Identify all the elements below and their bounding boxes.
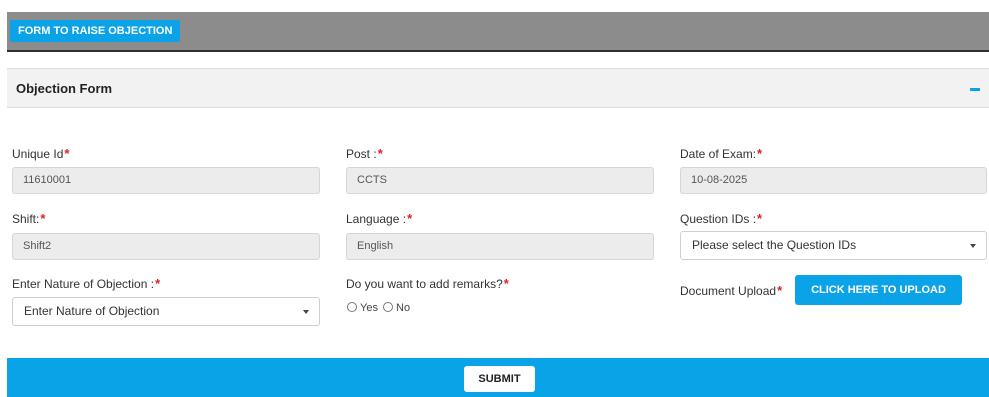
radio-yes[interactable] <box>347 302 357 312</box>
submit-button[interactable]: SUBMIT <box>464 366 535 392</box>
radio-yes-label: Yes <box>360 302 378 314</box>
remarks-radio-group: Yes No <box>347 302 412 314</box>
question-ids-label-text: Question IDs : <box>680 212 757 226</box>
required-marker: * <box>40 211 46 226</box>
panel-title: Objection Form <box>16 81 113 96</box>
remarks-no-option[interactable]: No <box>383 302 410 314</box>
shift-label: Shift:* <box>12 211 45 226</box>
nature-of-objection-label: Enter Nature of Objection :* <box>12 276 160 291</box>
post-label: Post :* <box>346 146 383 161</box>
top-header-bar: FORM TO RAISE OBJECTION <box>7 12 989 52</box>
required-marker: * <box>503 276 509 291</box>
upload-button[interactable]: CLICK HERE TO UPLOAD <box>795 275 962 305</box>
minus-icon[interactable] <box>970 88 980 91</box>
question-ids-label: Question IDs :* <box>680 211 762 226</box>
objection-form-panel-header: Objection Form <box>7 68 989 108</box>
nature-of-objection-select[interactable]: Enter Nature of Objection <box>12 297 320 326</box>
unique-id-label-text: Unique Id <box>12 147 64 161</box>
remarks-yes-option[interactable]: Yes <box>347 302 378 314</box>
language-field[interactable]: English <box>346 233 654 260</box>
required-marker: * <box>757 146 763 161</box>
required-marker: * <box>407 211 413 226</box>
unique-id-label: Unique Id* <box>12 146 69 161</box>
language-label-text: Language : <box>346 212 407 226</box>
required-marker: * <box>155 276 161 291</box>
chevron-down-icon <box>970 244 976 248</box>
nature-of-objection-label-text: Enter Nature of Objection : <box>12 277 155 291</box>
radio-no[interactable] <box>383 302 394 312</box>
question-ids-selected-value: Please select the Question IDs <box>692 238 857 252</box>
required-marker: * <box>64 146 70 161</box>
date-of-exam-label-text: Date of Exam: <box>680 147 757 161</box>
remarks-label-text: Do you want to add remarks? <box>346 277 503 291</box>
document-upload-label: Document Upload* <box>680 283 782 298</box>
unique-id-field[interactable]: 11610001 <box>12 167 320 194</box>
language-label: Language :* <box>346 211 412 226</box>
required-marker: * <box>757 211 763 226</box>
radio-no-label: No <box>396 302 411 314</box>
shift-label-text: Shift: <box>12 212 40 226</box>
question-ids-select[interactable]: Please select the Question IDs <box>680 231 987 260</box>
required-marker: * <box>777 283 783 298</box>
post-label-text: Post : <box>346 147 377 161</box>
chevron-down-icon <box>303 310 309 314</box>
date-of-exam-field[interactable]: 10-08-2025 <box>680 167 987 194</box>
nature-of-objection-selected-value: Enter Nature of Objection <box>24 304 160 318</box>
post-field[interactable]: CCTS <box>346 167 654 194</box>
footer-bar: SUBMIT <box>7 358 989 397</box>
required-marker: * <box>377 146 383 161</box>
shift-field[interactable]: Shift2 <box>12 233 320 260</box>
remarks-label: Do you want to add remarks?* <box>346 276 509 291</box>
date-of-exam-label: Date of Exam:* <box>680 146 762 161</box>
form-to-raise-objection-button[interactable]: FORM TO RAISE OBJECTION <box>10 20 181 42</box>
document-upload-label-text: Document Upload <box>680 284 777 298</box>
